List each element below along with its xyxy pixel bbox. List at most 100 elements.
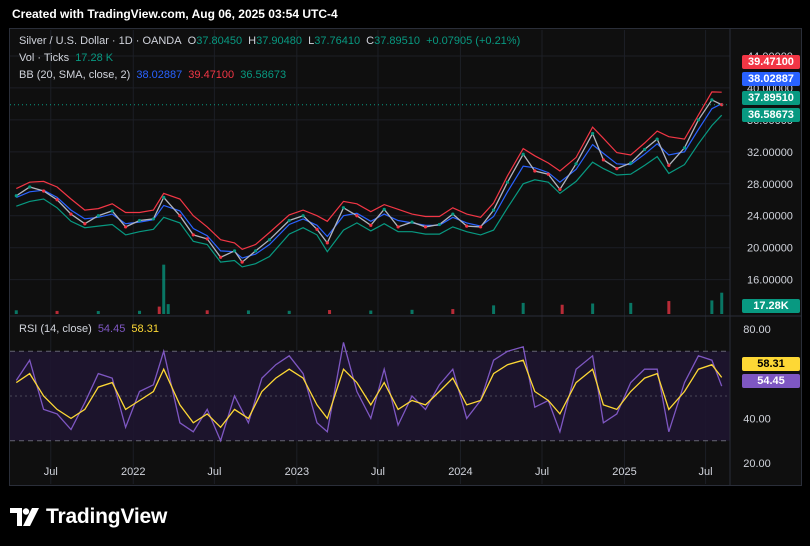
- volume-bar-15: [521, 302, 525, 314]
- price-point-33: [465, 224, 469, 228]
- legend-open-label: O: [187, 35, 197, 47]
- chart-svg[interactable]: 16.00000 20.00000 24.00000 28.00000 32.00000…: [0, 0, 810, 546]
- legend-bb-lower: 36.58673: [240, 69, 287, 81]
- volume-bar-19: [667, 301, 671, 314]
- legend-ohlc: Silver / U.S. Dollar · 1D · OANDA O37.80…: [19, 35, 523, 47]
- price-point-41: [574, 162, 578, 166]
- price-point-1: [28, 185, 32, 189]
- legend-close: 37.89510: [374, 35, 420, 47]
- legend-bb-label: BB (20, SMA, close, 2): [19, 69, 131, 81]
- price-point-18: [254, 249, 258, 253]
- bb-upper-line: [16, 91, 722, 250]
- price-point-11: [162, 195, 166, 199]
- volume-bar-21: [720, 292, 724, 314]
- price-point-45: [629, 161, 633, 165]
- tradingview-logo-icon: [10, 508, 39, 526]
- time-axis-label-3: 2023: [285, 466, 309, 478]
- volume-bar-18: [629, 302, 633, 314]
- volume-bar-11: [369, 310, 373, 314]
- price-point-6: [96, 214, 100, 218]
- price-point-7: [110, 209, 114, 213]
- footer-brand[interactable]: TradingView: [10, 504, 167, 530]
- legend-bb: BB (20, SMA, close, 2) 38.02887 39.47100…: [19, 69, 289, 81]
- price-point-5: [83, 222, 87, 226]
- price-axis-label-4: 32.00000: [747, 147, 793, 159]
- basis-price-label: 38.02887: [742, 72, 800, 86]
- volume-bar-13: [451, 309, 455, 314]
- price-point-25: [355, 214, 359, 218]
- volume-bars: [14, 264, 724, 314]
- price-axis-label-0: 16.00000: [747, 275, 793, 287]
- price-point-29: [410, 220, 414, 224]
- price-axis-label-1: 20.00000: [747, 243, 793, 255]
- legend-vol-label: Vol · Ticks: [19, 52, 70, 64]
- price-point-12: [178, 214, 182, 218]
- close-price-label: 37.89510: [742, 91, 800, 105]
- rsi-axis-label-1: 40.00: [743, 413, 771, 425]
- bb-lower-line: [16, 114, 723, 268]
- price-point-17: [240, 260, 244, 264]
- price-point-43: [601, 158, 606, 162]
- price-point-38: [533, 169, 537, 173]
- legend-rsi: RSI (14, close) 54.45 58.31: [19, 323, 162, 335]
- price-point-36: [505, 180, 510, 184]
- price-point-39: [546, 172, 550, 176]
- time-axis-label-4: Jul: [371, 466, 385, 478]
- price-point-10: [151, 217, 156, 221]
- time-axis-label-8: Jul: [699, 466, 713, 478]
- volume-bar-16: [560, 304, 564, 314]
- price-point-40: [558, 187, 562, 191]
- legend-low: 37.76410: [314, 35, 361, 47]
- price-point-23: [325, 241, 329, 245]
- volume-bar-10: [328, 310, 332, 314]
- legend-change: +0.07905 (+0.21%): [426, 35, 521, 47]
- price-point-48: [667, 163, 671, 168]
- price-point-24: [341, 206, 346, 210]
- time-axis-label-5: 2024: [448, 466, 472, 478]
- price-point-46: [643, 147, 647, 152]
- rsi-axis-label-0: 20.00: [743, 458, 771, 470]
- price-axis-label-2: 24.00000: [747, 211, 793, 223]
- time-axis-label-1: 2022: [121, 466, 145, 478]
- time-axis-label-7: 2025: [612, 466, 636, 478]
- volume-price-label: 17.28K: [742, 299, 800, 313]
- price-point-16: [232, 249, 237, 253]
- price-point-49: [682, 146, 687, 150]
- price-point-44: [615, 167, 619, 171]
- volume-bar-0: [14, 310, 18, 314]
- price-point-4: [69, 212, 73, 216]
- price-point-31: [437, 222, 441, 227]
- volume-bar-20: [710, 300, 714, 314]
- price-point-27: [382, 207, 386, 211]
- time-axis-label-0: Jul: [44, 466, 58, 478]
- price-axis-label-3: 28.00000: [747, 179, 793, 191]
- legend-volume: Vol · Ticks 17.28 K: [19, 52, 116, 64]
- price-point-15: [219, 255, 223, 259]
- legend-rsi-ma: 58.31: [131, 323, 159, 335]
- legend-high-label: H: [248, 35, 257, 47]
- volume-bar-14: [492, 305, 496, 314]
- price-line: [15, 99, 722, 264]
- price-point-8: [124, 225, 128, 229]
- volume-bar-4: [157, 306, 161, 314]
- legend-open: 37.80450: [196, 35, 243, 47]
- legend-vol-value: 17.28 K: [75, 52, 114, 64]
- bollinger-bands: [16, 91, 723, 268]
- price-point-22: [315, 227, 319, 231]
- price-point-3: [55, 198, 59, 202]
- price-point-37: [521, 152, 525, 156]
- volume-bar-12: [410, 309, 414, 314]
- price-point-32: [451, 212, 455, 216]
- rsi-ma-price-label: 58.31: [742, 357, 800, 371]
- volume-bar-9: [287, 310, 291, 314]
- price-point-35: [491, 208, 496, 212]
- price-point-47: [655, 137, 659, 141]
- lower-band-price-label: 36.58673: [742, 108, 800, 122]
- price-point-14: [205, 237, 209, 241]
- price-point-19: [267, 238, 272, 242]
- volume-bar-6: [166, 304, 170, 314]
- legend-rsi-label: RSI (14, close): [19, 323, 92, 335]
- price-point-26: [369, 223, 373, 227]
- price-point-2: [42, 189, 46, 193]
- price-point-21: [301, 214, 305, 218]
